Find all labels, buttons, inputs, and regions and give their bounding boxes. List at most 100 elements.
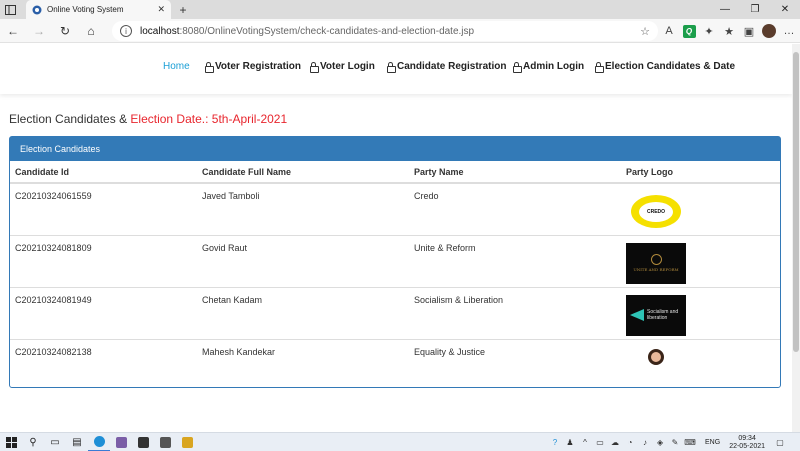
browser-tab-active[interactable]: Online Voting System ✕ — [26, 0, 171, 19]
table-row: C20210324081949 Chetan Kadam Socialism &… — [10, 286, 780, 339]
nav-election-candidates-date[interactable]: Election Candidates & Date — [595, 61, 735, 73]
nav-home-label: Home — [163, 61, 190, 72]
search-icon[interactable]: ⚲ — [22, 433, 44, 451]
url-text: localhost:8080/OnlineVotingSystem/check-… — [140, 26, 474, 37]
page-viewport: Home Voter Registration Voter Login Cand… — [0, 44, 792, 432]
nav-candidate-registration-label: Candidate Registration — [397, 61, 507, 72]
party-logo-cell — [621, 338, 780, 391]
candidates-table: Candidate Id Candidate Full Name Party N… — [10, 161, 780, 391]
network-icon[interactable]: ☁ — [609, 438, 621, 447]
election-date: Election Date.: 5th-April-2021 — [130, 112, 288, 126]
candidate-id-cell: C20210324061559 — [15, 191, 92, 201]
column-header-candidate-name: Candidate Full Name — [197, 161, 409, 184]
terminal-icon[interactable] — [132, 433, 154, 451]
more-menu-icon[interactable]: … — [780, 22, 798, 40]
party-name-cell: Equality & Justice — [409, 338, 621, 391]
security-icon[interactable]: ◈ — [654, 438, 666, 447]
tab-actions-icon[interactable] — [0, 0, 20, 19]
forward-arrow-icon[interactable]: → — [26, 19, 52, 43]
table-row: C20210324081809 Govid Raut Unite & Refor… — [10, 234, 780, 287]
favorite-star-icon[interactable]: ☆ — [640, 25, 650, 38]
clock-date: 22-05-2021 — [729, 442, 765, 450]
party-logo-cell: UNITE AND REFORM — [621, 234, 780, 287]
panel-title: Election Candidates — [10, 137, 780, 161]
people-icon[interactable]: ♟ — [564, 438, 576, 447]
app-icon-dark[interactable] — [154, 433, 176, 451]
scrollbar-thumb[interactable] — [793, 52, 799, 352]
language-indicator[interactable]: ENG — [705, 439, 720, 446]
page-title: Election Candidates & Election Date.: 5t… — [9, 112, 287, 126]
close-window-icon[interactable]: ✕ — [770, 0, 800, 19]
refresh-icon[interactable]: ↻ — [52, 19, 78, 43]
restore-icon[interactable]: ❐ — [740, 0, 770, 19]
nav-voter-registration[interactable]: Voter Registration — [205, 61, 301, 73]
notifications-icon[interactable]: ▢ — [774, 438, 786, 447]
nav-admin-login[interactable]: Admin Login — [513, 61, 585, 73]
windows-taskbar: ⚲ ▭ ▤ ? ♟ ^ ▭ ☁ ◔ ♪ ◈ ✎ ⌨ ENG 09:34 22-0… — [0, 432, 800, 451]
read-aloud-icon[interactable]: A — [660, 22, 678, 40]
table-header-row: Candidate Id Candidate Full Name Party N… — [10, 161, 780, 184]
party-logo-equality-justice — [626, 347, 686, 388]
system-tray: ? ♟ ^ ▭ ☁ ◔ ♪ ◈ ✎ ⌨ ENG 09:34 22-05-2021… — [549, 433, 786, 451]
extension-icon[interactable]: Q — [680, 22, 698, 40]
edge-browser-icon[interactable] — [88, 433, 110, 451]
party-logo-text: UNITE AND REFORM — [633, 267, 679, 272]
minimize-icon[interactable]: — — [710, 0, 740, 19]
pen-icon[interactable]: ✎ — [669, 438, 681, 447]
lock-icon — [205, 62, 214, 73]
lock-icon — [513, 62, 522, 73]
party-logo-text: Socialism and liberation — [647, 309, 679, 321]
app-icon-purple[interactable] — [110, 433, 132, 451]
url-field[interactable]: i localhost:8080/OnlineVotingSystem/chec… — [112, 21, 658, 41]
browser-tab-bar: Online Voting System ✕ + — ❐ ✕ — [0, 0, 800, 19]
collections-icon[interactable]: ▣ — [740, 22, 758, 40]
task-view-icon[interactable]: ▭ — [44, 433, 66, 451]
keyboard-icon[interactable]: ⌨ — [684, 438, 696, 447]
party-logo-credo: CREDO — [626, 191, 686, 232]
address-bar-row: ← → ↻ ⌂ i localhost:8080/OnlineVotingSys… — [0, 19, 800, 43]
wifi-icon[interactable]: ◔ — [624, 438, 636, 447]
candidate-name-cell: Mahesh Kandekar — [197, 338, 409, 391]
lock-icon — [387, 62, 396, 73]
extensions-puzzle-icon[interactable]: ✦ — [700, 22, 718, 40]
nav-home[interactable]: Home — [163, 61, 190, 72]
candidate-id-cell: C20210324082138 — [10, 338, 197, 391]
party-logo-socialism-liberation: Socialism and liberation — [626, 294, 686, 336]
site-info-icon[interactable]: i — [120, 25, 132, 37]
home-icon[interactable]: ⌂ — [78, 19, 104, 43]
table-row: C20210324061559 Javed Tamboli Credo CRED… — [10, 183, 780, 235]
battery-icon[interactable]: ▭ — [594, 438, 606, 447]
url-host: localhost — [140, 25, 180, 37]
browser-toolbar: A Q ✦ ★ ▣ … — [660, 19, 798, 43]
party-logo-text: CREDO — [639, 201, 673, 222]
file-explorer-icon[interactable]: ▤ — [66, 433, 88, 451]
back-arrow-icon[interactable]: ← — [0, 19, 26, 43]
new-tab-button[interactable]: + — [175, 0, 191, 19]
candidate-name-cell: Chetan Kadam — [197, 286, 409, 339]
party-name-cell: Credo — [414, 191, 439, 201]
favorites-icon[interactable]: ★ — [720, 22, 738, 40]
clock[interactable]: 09:34 22-05-2021 — [729, 435, 765, 451]
profile-avatar-icon[interactable] — [760, 22, 778, 40]
volume-icon[interactable]: ♪ — [639, 438, 651, 447]
nav-candidate-registration[interactable]: Candidate Registration — [387, 61, 507, 73]
nav-voter-login-label: Voter Login — [320, 61, 375, 72]
help-icon[interactable]: ? — [549, 438, 561, 447]
lock-icon — [595, 62, 604, 73]
candidate-id-cell: C20210324081949 — [10, 286, 197, 339]
app-icon-yellow[interactable] — [176, 433, 198, 451]
start-windows-icon[interactable] — [0, 433, 22, 451]
nav-admin-login-label: Admin Login — [523, 61, 585, 72]
nav-voter-login[interactable]: Voter Login — [310, 61, 375, 73]
candidate-name-cell: Javed Tamboli — [202, 191, 260, 201]
candidate-id-cell: C20210324081809 — [10, 234, 197, 287]
window-controls: — ❐ ✕ — [710, 0, 800, 19]
party-name-cell: Unite & Reform — [409, 234, 621, 287]
party-logo-unite-reform: UNITE AND REFORM — [626, 242, 686, 284]
site-navbar: Home Voter Registration Voter Login Cand… — [0, 44, 792, 94]
table-row: C20210324082138 Mahesh Kandekar Equality… — [10, 338, 780, 391]
candidates-panel: Election Candidates Candidate Id Candida… — [9, 136, 781, 391]
tab-close-icon[interactable]: ✕ — [157, 4, 165, 15]
page-scrollbar[interactable] — [792, 44, 800, 432]
show-hidden-icons[interactable]: ^ — [579, 438, 591, 447]
